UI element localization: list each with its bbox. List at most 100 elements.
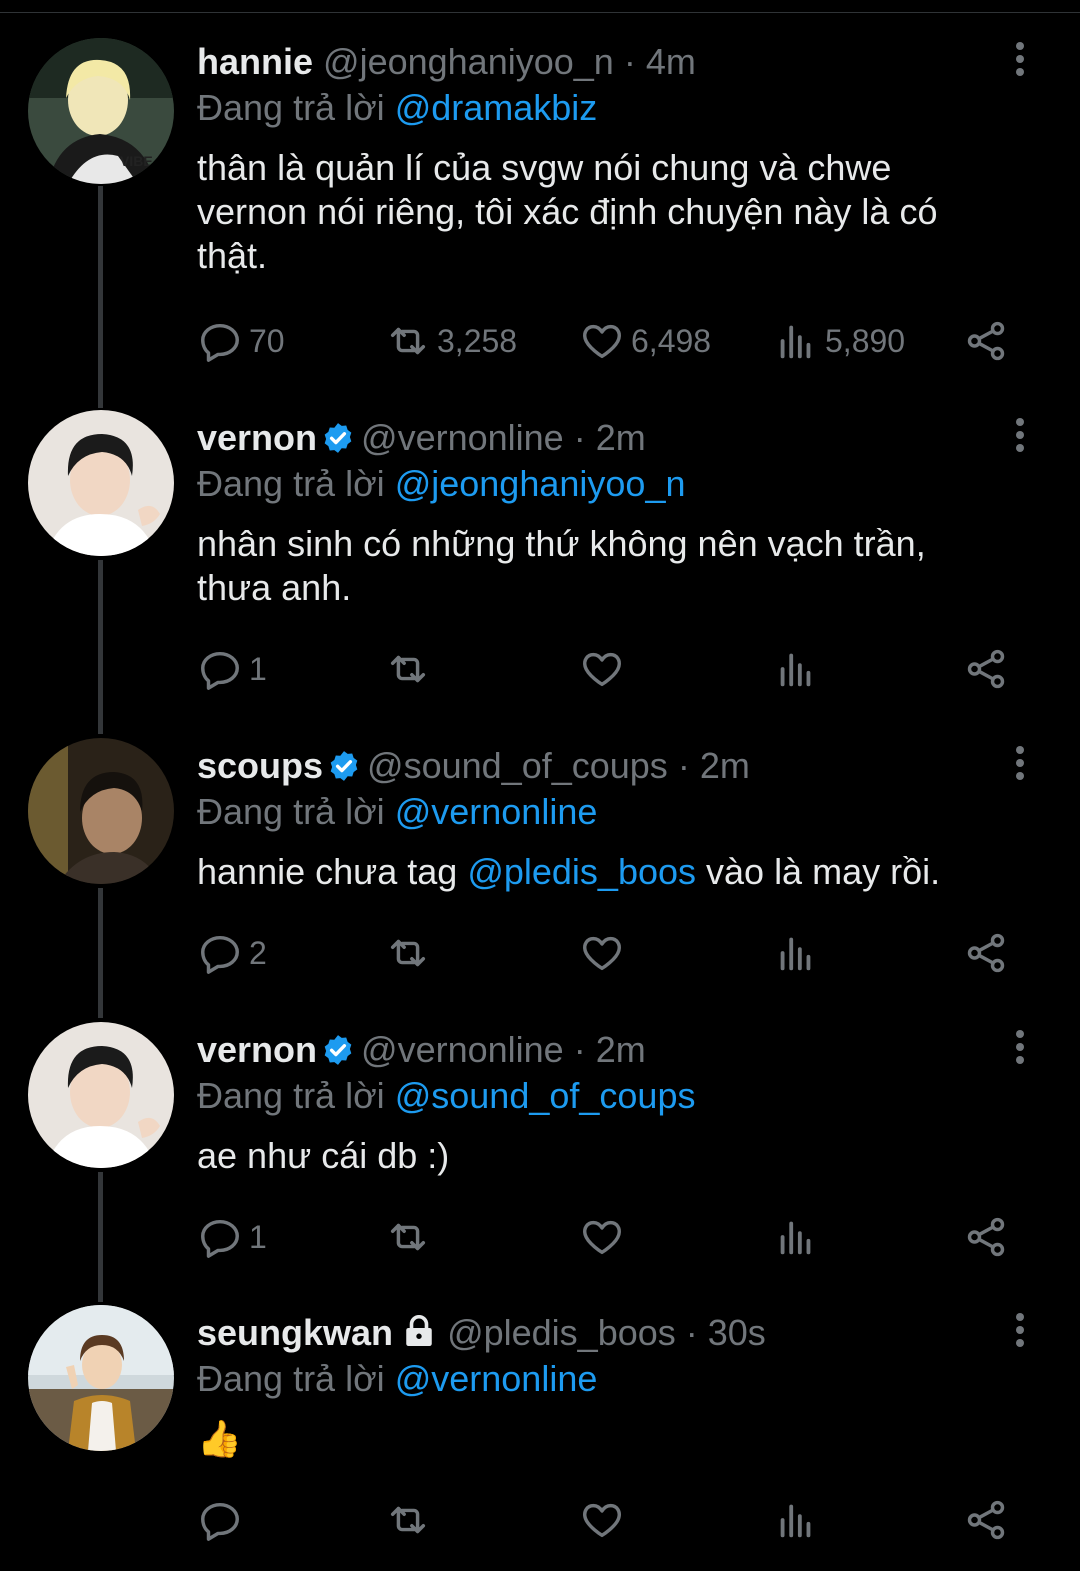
more-vertical-icon[interactable]: [1010, 418, 1030, 462]
mention-link[interactable]: @pledis_boos: [467, 851, 696, 892]
replying-to-mention[interactable]: @vernonline: [395, 1358, 598, 1399]
replying-to-mention[interactable]: @dramakbiz: [395, 87, 598, 128]
like-button[interactable]: [579, 928, 631, 978]
display-name[interactable]: hannie: [197, 41, 313, 82]
share-icon: [967, 649, 1005, 689]
views-button[interactable]: 5,890: [773, 316, 905, 366]
reply-button[interactable]: 2: [197, 928, 267, 978]
avatar[interactable]: [28, 1305, 174, 1451]
tweet-actions: 1: [197, 644, 1020, 694]
replying-label: Đang trả lời: [197, 1358, 385, 1399]
like-button[interactable]: [579, 644, 631, 694]
views-button[interactable]: [773, 644, 825, 694]
replying-to-mention[interactable]: @vernonline: [395, 791, 598, 832]
timestamp[interactable]: 2m: [596, 417, 646, 458]
svg-text:VIBE: VIBE: [120, 153, 153, 169]
like-button[interactable]: [579, 1495, 631, 1545]
display-name[interactable]: scoups: [197, 745, 323, 786]
thread-line: [98, 186, 103, 408]
user-handle[interactable]: @sound_of_coups: [367, 745, 668, 786]
more-vertical-icon[interactable]: [1010, 42, 1030, 86]
retweet-icon: [390, 655, 426, 683]
timestamp[interactable]: 30s: [708, 1312, 766, 1353]
avatar[interactable]: [28, 738, 174, 884]
share-icon: [967, 1217, 1005, 1257]
verified-badge-icon: [324, 1035, 352, 1065]
like-button[interactable]: [579, 1212, 631, 1262]
heart-icon: [583, 324, 621, 359]
heart-icon: [583, 1220, 621, 1255]
timestamp[interactable]: 2m: [596, 1029, 646, 1070]
retweet-button[interactable]: 3,258: [385, 316, 517, 366]
share-button[interactable]: [963, 644, 1009, 694]
thread-line: [98, 1172, 103, 1302]
display-name[interactable]: vernon: [197, 1029, 317, 1070]
avatar[interactable]: [28, 1022, 174, 1168]
retweet-icon: [390, 1223, 426, 1251]
reply-count: 1: [249, 1218, 267, 1255]
replying-to: Đang trả lời @sound_of_coups: [197, 1074, 1020, 1118]
user-handle[interactable]: @vernonline: [361, 1029, 564, 1070]
views-icon: [780, 937, 811, 971]
tweet-text-part: vào là may rồi.: [696, 851, 941, 892]
reply-button[interactable]: 1: [197, 644, 267, 694]
reply-button[interactable]: [197, 1495, 249, 1545]
user-handle[interactable]: @jeonghaniyoo_n: [323, 41, 614, 82]
replying-to: Đang trả lời @vernonline: [197, 790, 1020, 834]
reply-count: 70: [249, 322, 285, 359]
replying-label: Đang trả lời: [197, 87, 385, 128]
retweet-button[interactable]: [385, 644, 437, 694]
retweet-button[interactable]: [385, 1212, 437, 1262]
views-icon: [780, 653, 811, 687]
reply-icon: [201, 1219, 239, 1258]
user-handle[interactable]: @vernonline: [361, 417, 564, 458]
reply-count: 2: [249, 934, 267, 971]
reply-button[interactable]: 70: [197, 316, 285, 366]
more-vertical-icon[interactable]: [1010, 746, 1030, 790]
share-button[interactable]: [963, 1212, 1009, 1262]
replying-to: Đang trả lời @vernonline: [197, 1357, 1020, 1401]
thread-line: [98, 560, 103, 734]
share-button[interactable]: [963, 1495, 1009, 1545]
retweet-button[interactable]: [385, 1495, 437, 1545]
replying-to-mention[interactable]: @jeonghaniyoo_n: [395, 463, 686, 504]
views-button[interactable]: [773, 1212, 825, 1262]
user-handle[interactable]: @pledis_boos: [447, 1312, 676, 1353]
reply-icon: [201, 323, 239, 362]
views-button[interactable]: [773, 928, 825, 978]
share-button[interactable]: [963, 928, 1009, 978]
tweet-actions: [197, 1495, 1020, 1545]
retweet-icon: [390, 1506, 426, 1534]
thread-line: [98, 888, 103, 1018]
lock-icon: [406, 1315, 432, 1346]
avatar[interactable]: VIBE: [28, 38, 174, 184]
verified-badge-icon: [330, 751, 358, 781]
replying-label: Đang trả lời: [197, 463, 385, 504]
more-vertical-icon[interactable]: [1010, 1313, 1030, 1357]
tweet-text: ae như cái db :): [197, 1135, 450, 1176]
avatar[interactable]: [28, 410, 174, 556]
replying-label: Đang trả lời: [197, 791, 385, 832]
timestamp[interactable]: 2m: [700, 745, 750, 786]
share-icon: [967, 933, 1005, 973]
tweet-actions: 2: [197, 928, 1020, 978]
more-vertical-icon[interactable]: [1010, 1030, 1030, 1074]
reply-count: 1: [249, 650, 267, 687]
replying-to-mention[interactable]: @sound_of_coups: [395, 1075, 696, 1116]
display-name[interactable]: seungkwan: [197, 1312, 393, 1353]
views-icon: [780, 325, 811, 359]
reply-button[interactable]: 1: [197, 1212, 267, 1262]
views-button[interactable]: [773, 1495, 825, 1545]
tweet-actions: 70 3,258 6,498 5,890: [197, 316, 1020, 366]
replying-to: Đang trả lời @jeonghaniyoo_n: [197, 462, 1020, 506]
like-button[interactable]: 6,498: [579, 316, 711, 366]
display-name[interactable]: vernon: [197, 417, 317, 458]
separator-dot: ·: [563, 417, 596, 458]
retweet-button[interactable]: [385, 928, 437, 978]
views-icon: [780, 1504, 811, 1538]
timestamp[interactable]: 4m: [646, 41, 696, 82]
heart-icon: [583, 1503, 621, 1538]
share-button[interactable]: [963, 316, 1009, 366]
retweet-icon: [390, 327, 426, 355]
heart-icon: [583, 652, 621, 687]
